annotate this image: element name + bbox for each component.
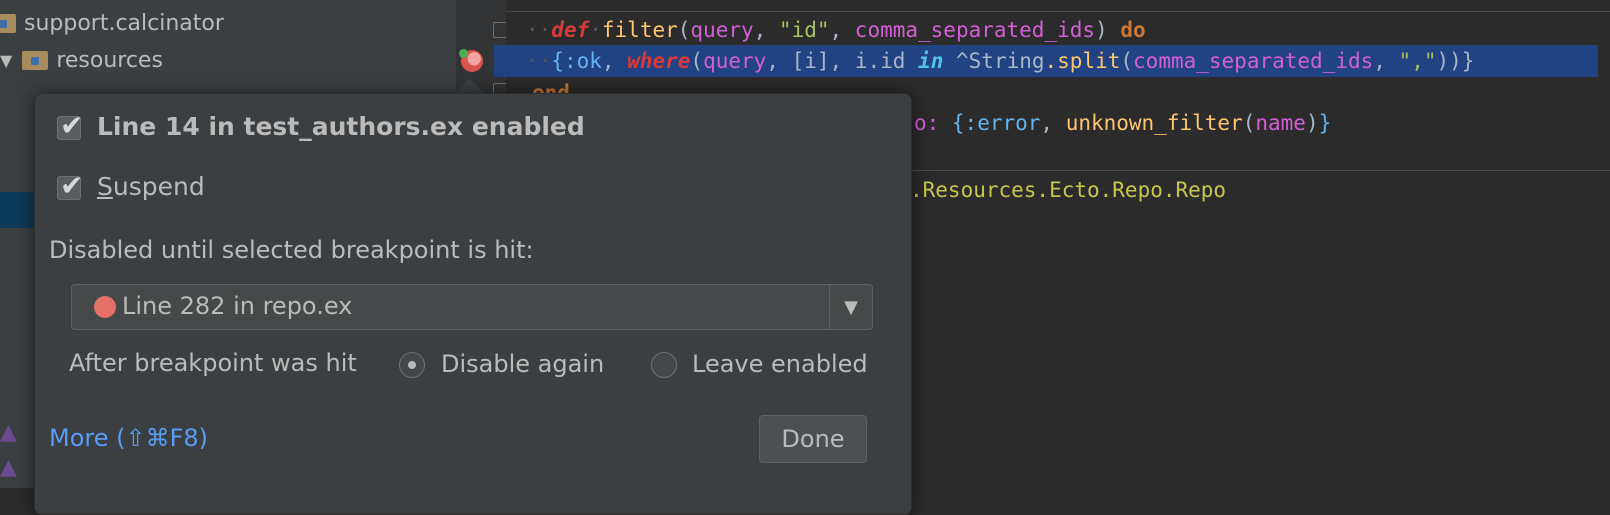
disable-again-label[interactable]: Disable again — [441, 350, 604, 378]
tree-item-resources[interactable]: ▼ resources — [0, 43, 163, 77]
chevron-down-icon[interactable]: ▼ — [0, 51, 12, 70]
divider — [506, 11, 1610, 12]
suspend-label[interactable]: Suspend — [97, 172, 205, 201]
breakpoint-icon — [94, 296, 116, 318]
popup-pointer — [453, 78, 485, 94]
enabled-checkbox[interactable] — [57, 109, 83, 142]
enabled-label[interactable]: Line 14 in test_authors.ex enabled — [97, 112, 585, 141]
elixir-file-icon: ▲ — [0, 420, 17, 445]
folder-icon — [0, 13, 16, 33]
code-line-4: , do: {:error, unknown_filter(name)} — [876, 111, 1332, 135]
resource-folder-icon — [22, 50, 49, 70]
leave-enabled-label[interactable]: Leave enabled — [692, 350, 868, 378]
tree-item-label: support.calcinator — [24, 10, 224, 36]
breakpoint-select-value: Line 282 in repo.ex — [122, 292, 353, 320]
suspend-checkbox[interactable] — [57, 169, 83, 202]
chevron-down-icon[interactable]: ▼ — [829, 285, 873, 329]
code-line-2-highlighted: ··{:ok, where(query, [i], i.id in ^Strin… — [494, 45, 1598, 77]
tree-item-support-calcinator[interactable]: support.calcinator — [0, 6, 224, 40]
tree-item-label: resources — [56, 47, 163, 73]
breakpoint-condition-icon — [459, 49, 468, 58]
more-link[interactable]: More (⇧⌘F8) — [49, 424, 208, 452]
code-line-5: .Resources.Ecto.Repo.Repo — [910, 178, 1227, 202]
code-line-1: ··def·filter(query, "id", comma_separate… — [526, 18, 1146, 42]
elixir-file-icon: ▲ — [0, 455, 17, 480]
disabled-until-label: Disabled until selected breakpoint is hi… — [49, 236, 534, 264]
breakpoint-select[interactable]: Line 282 in repo.ex ▼ — [71, 284, 873, 330]
disable-again-radio[interactable] — [399, 352, 425, 378]
after-hit-label: After breakpoint was hit — [69, 349, 357, 377]
done-button[interactable]: Done — [759, 415, 867, 463]
breakpoint-popup: Line 14 in test_authors.ex enabled Suspe… — [34, 93, 912, 515]
leave-enabled-radio[interactable] — [651, 352, 677, 378]
